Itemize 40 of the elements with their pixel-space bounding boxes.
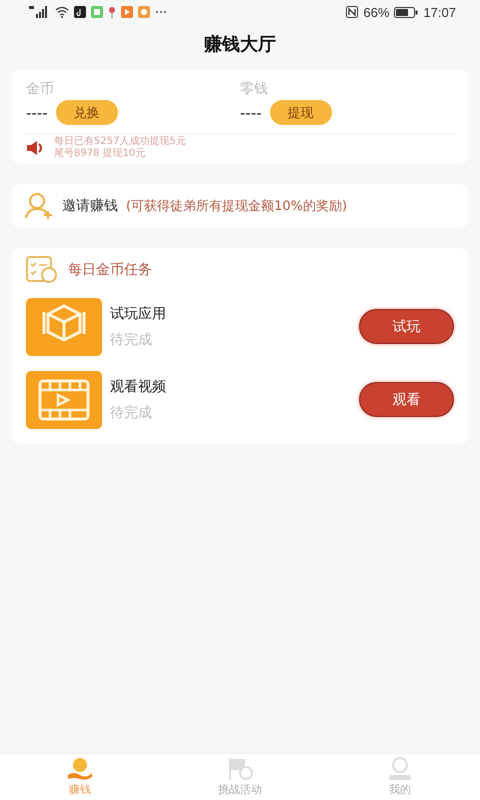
balance-value: ---- <box>240 104 262 122</box>
battery-icon <box>394 6 418 18</box>
task-button[interactable]: 试玩 <box>359 309 454 344</box>
battery-percent: 66% <box>363 4 390 20</box>
task-name: 观看视频 <box>110 378 167 396</box>
invite-label: 邀请赚钱 <box>62 197 118 215</box>
page-title: 赚钱大厅 <box>204 33 276 56</box>
exchange-button[interactable]: 兑换 <box>56 100 118 125</box>
app-notification-icon <box>91 6 103 18</box>
section-title: 每日金币任务 <box>68 261 152 279</box>
user-add-icon <box>24 192 54 220</box>
coin-hand-icon <box>66 757 94 781</box>
invite-reward-note: (可获得徒弟所有提现金额10%的奖励) <box>126 198 348 215</box>
pin-icon <box>108 6 116 18</box>
video-icon <box>26 370 102 428</box>
balance-label: 零钱 <box>240 80 269 98</box>
withdrawal-notice: 每日已有5257人成功提现5元 <box>54 136 186 148</box>
balance-value: ---- <box>26 104 48 122</box>
exchange-button[interactable]: 提现 <box>270 100 332 125</box>
wifi-icon <box>55 6 69 18</box>
play-icon <box>121 6 133 18</box>
balance-label: 金币 <box>26 80 55 98</box>
task-name: 试玩应用 <box>110 304 167 322</box>
more-icon <box>155 10 167 14</box>
tab-item[interactable]: 挑战活动 <box>160 754 320 800</box>
cube-icon <box>26 298 102 356</box>
nfc-icon <box>346 6 358 18</box>
clock-time: 17:07 <box>423 4 456 20</box>
withdrawal-notice: 尾号8978 提现10元 <box>54 148 146 160</box>
flag-icon <box>226 757 254 781</box>
app-notification-icon <box>74 6 86 18</box>
app-notification-icon <box>138 6 150 18</box>
task-status: 待完成 <box>110 404 153 422</box>
task-button[interactable]: 观看 <box>359 382 454 417</box>
signal-icon <box>28 6 50 18</box>
tab-item[interactable]: 我的 <box>320 754 480 800</box>
task-status: 待完成 <box>110 330 153 348</box>
user-icon <box>386 757 414 781</box>
checklist-coin-icon <box>26 256 58 284</box>
invite-card[interactable]: 邀请赚钱 (可获得徒弟所有提现金额10%的奖励) <box>12 184 468 228</box>
